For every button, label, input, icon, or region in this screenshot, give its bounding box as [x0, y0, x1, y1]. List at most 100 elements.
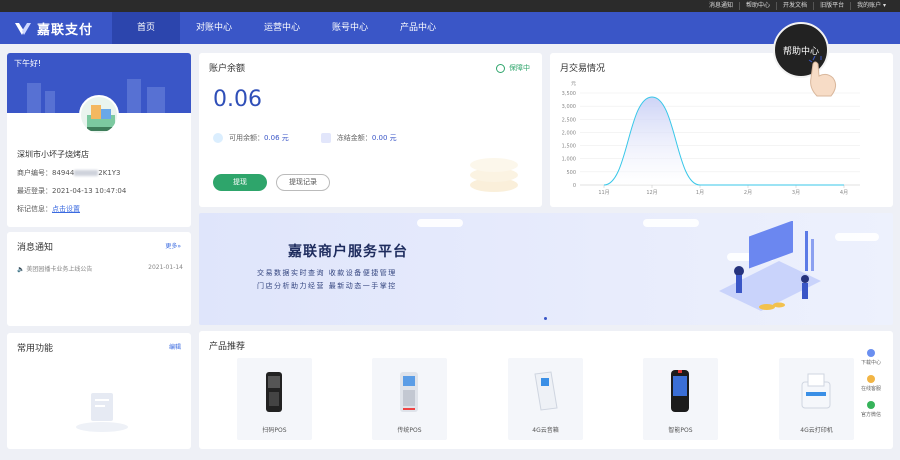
product-tile-traditional-pos[interactable]: 传统POS — [372, 358, 447, 440]
carousel-dot[interactable] — [544, 317, 547, 320]
product-label: 4G云打印机 — [800, 427, 833, 434]
withdraw-record-button[interactable]: 提现记录 — [276, 174, 330, 191]
frozen-balance: 冻结金额：0.00 元 — [320, 133, 397, 143]
side-float-bar: 下载中心 在线客服 官方微信 — [857, 346, 885, 426]
building-deco — [127, 79, 141, 113]
y-tick-label: 1,500 — [562, 144, 576, 150]
speaker-device-icon — [534, 371, 558, 411]
top-links: 消息通知 帮助中心 开发文档 旧版平台 我的账户 ▾ — [703, 2, 892, 10]
avatar — [79, 95, 119, 135]
product-label: 智能POS — [668, 427, 693, 434]
drop-icon — [213, 133, 223, 143]
functions-title: 常用功能 — [17, 344, 54, 354]
building-deco — [147, 87, 165, 113]
balance-amount: 0.06 — [213, 87, 262, 112]
speaker-icon: 🔈 — [17, 266, 27, 273]
masked-digits — [74, 170, 99, 176]
message-card: 消息通知 更多» 🔈 美团园播卡业务上线公告 2021-01-14 — [7, 232, 191, 326]
nav-item-reconciliation[interactable]: 对账中心 — [180, 12, 248, 44]
coins-deco-icon — [470, 158, 518, 192]
product-tile-4g-printer[interactable]: 4G云打印机 — [779, 358, 854, 440]
empty-state-icon — [76, 393, 128, 432]
nav-item-operations[interactable]: 运营中心 — [248, 12, 316, 44]
product-label: 扫码POS — [262, 427, 287, 434]
message-title: 消息通知 — [17, 243, 54, 253]
y-tick-label: 1,000 — [562, 157, 576, 163]
balance-detail-row: 可用余额：0.06 元 冻结金额：0.00 元 — [213, 133, 397, 143]
traditional-pos-icon — [400, 372, 418, 412]
side-online-service[interactable]: 在线客服 — [857, 372, 885, 398]
building-deco — [27, 83, 41, 113]
y-tick-label: 3,500 — [562, 91, 576, 97]
top-link-help[interactable]: 帮助中心 — [739, 2, 776, 10]
promo-line-2: 门店分析助力经营 最新动态一手掌控 — [257, 282, 397, 290]
protection-badge: 保障中 — [496, 63, 530, 73]
top-link-my-account[interactable]: 我的账户 ▾ — [850, 2, 892, 10]
nav-menu: 首页 对账中心 运营中心 账号中心 产品中心 — [112, 12, 452, 44]
merchant-no-row: 商户编号：84944 2K1Y3 — [17, 169, 121, 177]
product-label: 传统POS — [397, 427, 422, 434]
shield-plus-icon — [496, 63, 505, 73]
y-tick-label: 500 — [566, 170, 576, 176]
y-tick-label: 0 — [573, 183, 576, 189]
brand-name: 嘉联支付 — [37, 23, 94, 38]
product-recommend-card: 产品推荐 扫码POS 传统POS 4G云音箱 智能POS 4G云打印机 — [199, 331, 893, 449]
building-deco — [45, 91, 55, 113]
y-unit-label: 元 — [571, 81, 576, 87]
functions-edit-link[interactable]: 编辑 — [169, 342, 181, 351]
lock-icon — [320, 133, 331, 143]
top-link-notice[interactable]: 消息通知 — [703, 2, 739, 10]
store-illustration-icon — [87, 105, 115, 131]
brand-logo-icon — [15, 22, 31, 35]
last-login-time: 2021-04-13 10:47:04 — [52, 187, 127, 195]
promo-headline: 嘉联商户服务平台 — [288, 244, 408, 260]
pointing-hand-icon — [808, 56, 837, 97]
side-download-center[interactable]: 下载中心 — [857, 346, 885, 372]
nav-item-accounts[interactable]: 账号中心 — [316, 12, 384, 44]
y-tick-label: 3,000 — [562, 104, 576, 110]
product-tile-scan-pos[interactable]: 扫码POS — [237, 358, 312, 440]
cloud-deco — [835, 233, 879, 241]
tag-setting-link[interactable]: 点击设置 — [52, 205, 80, 213]
greeting: 下午好! — [14, 59, 42, 68]
top-link-old-platform[interactable]: 旧版平台 — [813, 2, 850, 10]
cloud-deco — [417, 219, 463, 227]
product-tile-smart-pos[interactable]: 智能POS — [643, 358, 718, 440]
nav-item-products[interactable]: 产品中心 — [384, 12, 452, 44]
common-functions-card: 常用功能 编辑 — [7, 333, 191, 449]
side-wechat[interactable]: 官方微信 — [857, 398, 885, 424]
customer-service-icon — [867, 375, 875, 383]
shop-name: 深圳市小坏子烧烤店 — [17, 150, 89, 159]
brand-logo[interactable]: 嘉联支付 — [14, 19, 93, 38]
tag-row: 标记信息：点击设置 — [17, 205, 80, 213]
wechat-icon — [867, 401, 875, 409]
promo-banner[interactable]: 嘉联商户服务平台 交易数据实时查询 收款设备便捷管理 门店分析助力经营 最新动态… — [199, 213, 893, 325]
x-tick-label: 3月 — [792, 190, 800, 196]
message-more-link[interactable]: 更多» — [165, 241, 181, 250]
analytics-illustration-icon — [719, 221, 821, 311]
top-link-docs[interactable]: 开发文档 — [776, 2, 813, 10]
promo-line-1: 交易数据实时查询 收款设备便捷管理 — [257, 269, 397, 277]
withdraw-button[interactable]: 提现 — [213, 174, 267, 191]
y-tick-label: 2,500 — [562, 117, 576, 123]
product-tile-4g-speaker[interactable]: 4G云音箱 — [508, 358, 583, 440]
product-label: 4G云音箱 — [532, 427, 559, 434]
x-tick-label: 11月 — [598, 190, 609, 196]
x-tick-label: 2月 — [744, 190, 752, 196]
balance-card: 账户余额 保障中 0.06 可用余额：0.06 元 冻结金额：0.00 元 提现… — [199, 53, 542, 207]
merchant-info: 深圳市小坏子烧烤店 商户编号：84944 2K1Y3 最近登录：2021-04-1… — [17, 149, 126, 222]
x-tick-label: 4月 — [840, 190, 848, 196]
products-title: 产品推荐 — [209, 342, 246, 352]
main-nav: 嘉联支付 首页 对账中心 运营中心 账号中心 产品中心 — [0, 12, 900, 44]
x-tick-label: 1月 — [696, 190, 704, 196]
x-tick-label: 12月 — [646, 190, 657, 196]
cloud-deco — [643, 219, 699, 227]
last-login-row: 最近登录：2021-04-13 10:47:04 — [17, 187, 127, 195]
y-tick-label: 2,000 — [562, 130, 576, 136]
list-item[interactable]: 🔈 美团园播卡业务上线公告 2021-01-14 — [17, 264, 183, 273]
available-balance: 可用余额：0.06 元 — [213, 133, 289, 143]
nav-item-home[interactable]: 首页 — [112, 12, 180, 44]
scan-pos-icon — [266, 372, 282, 412]
download-icon — [867, 349, 875, 357]
cloud-printer-icon — [801, 373, 831, 409]
